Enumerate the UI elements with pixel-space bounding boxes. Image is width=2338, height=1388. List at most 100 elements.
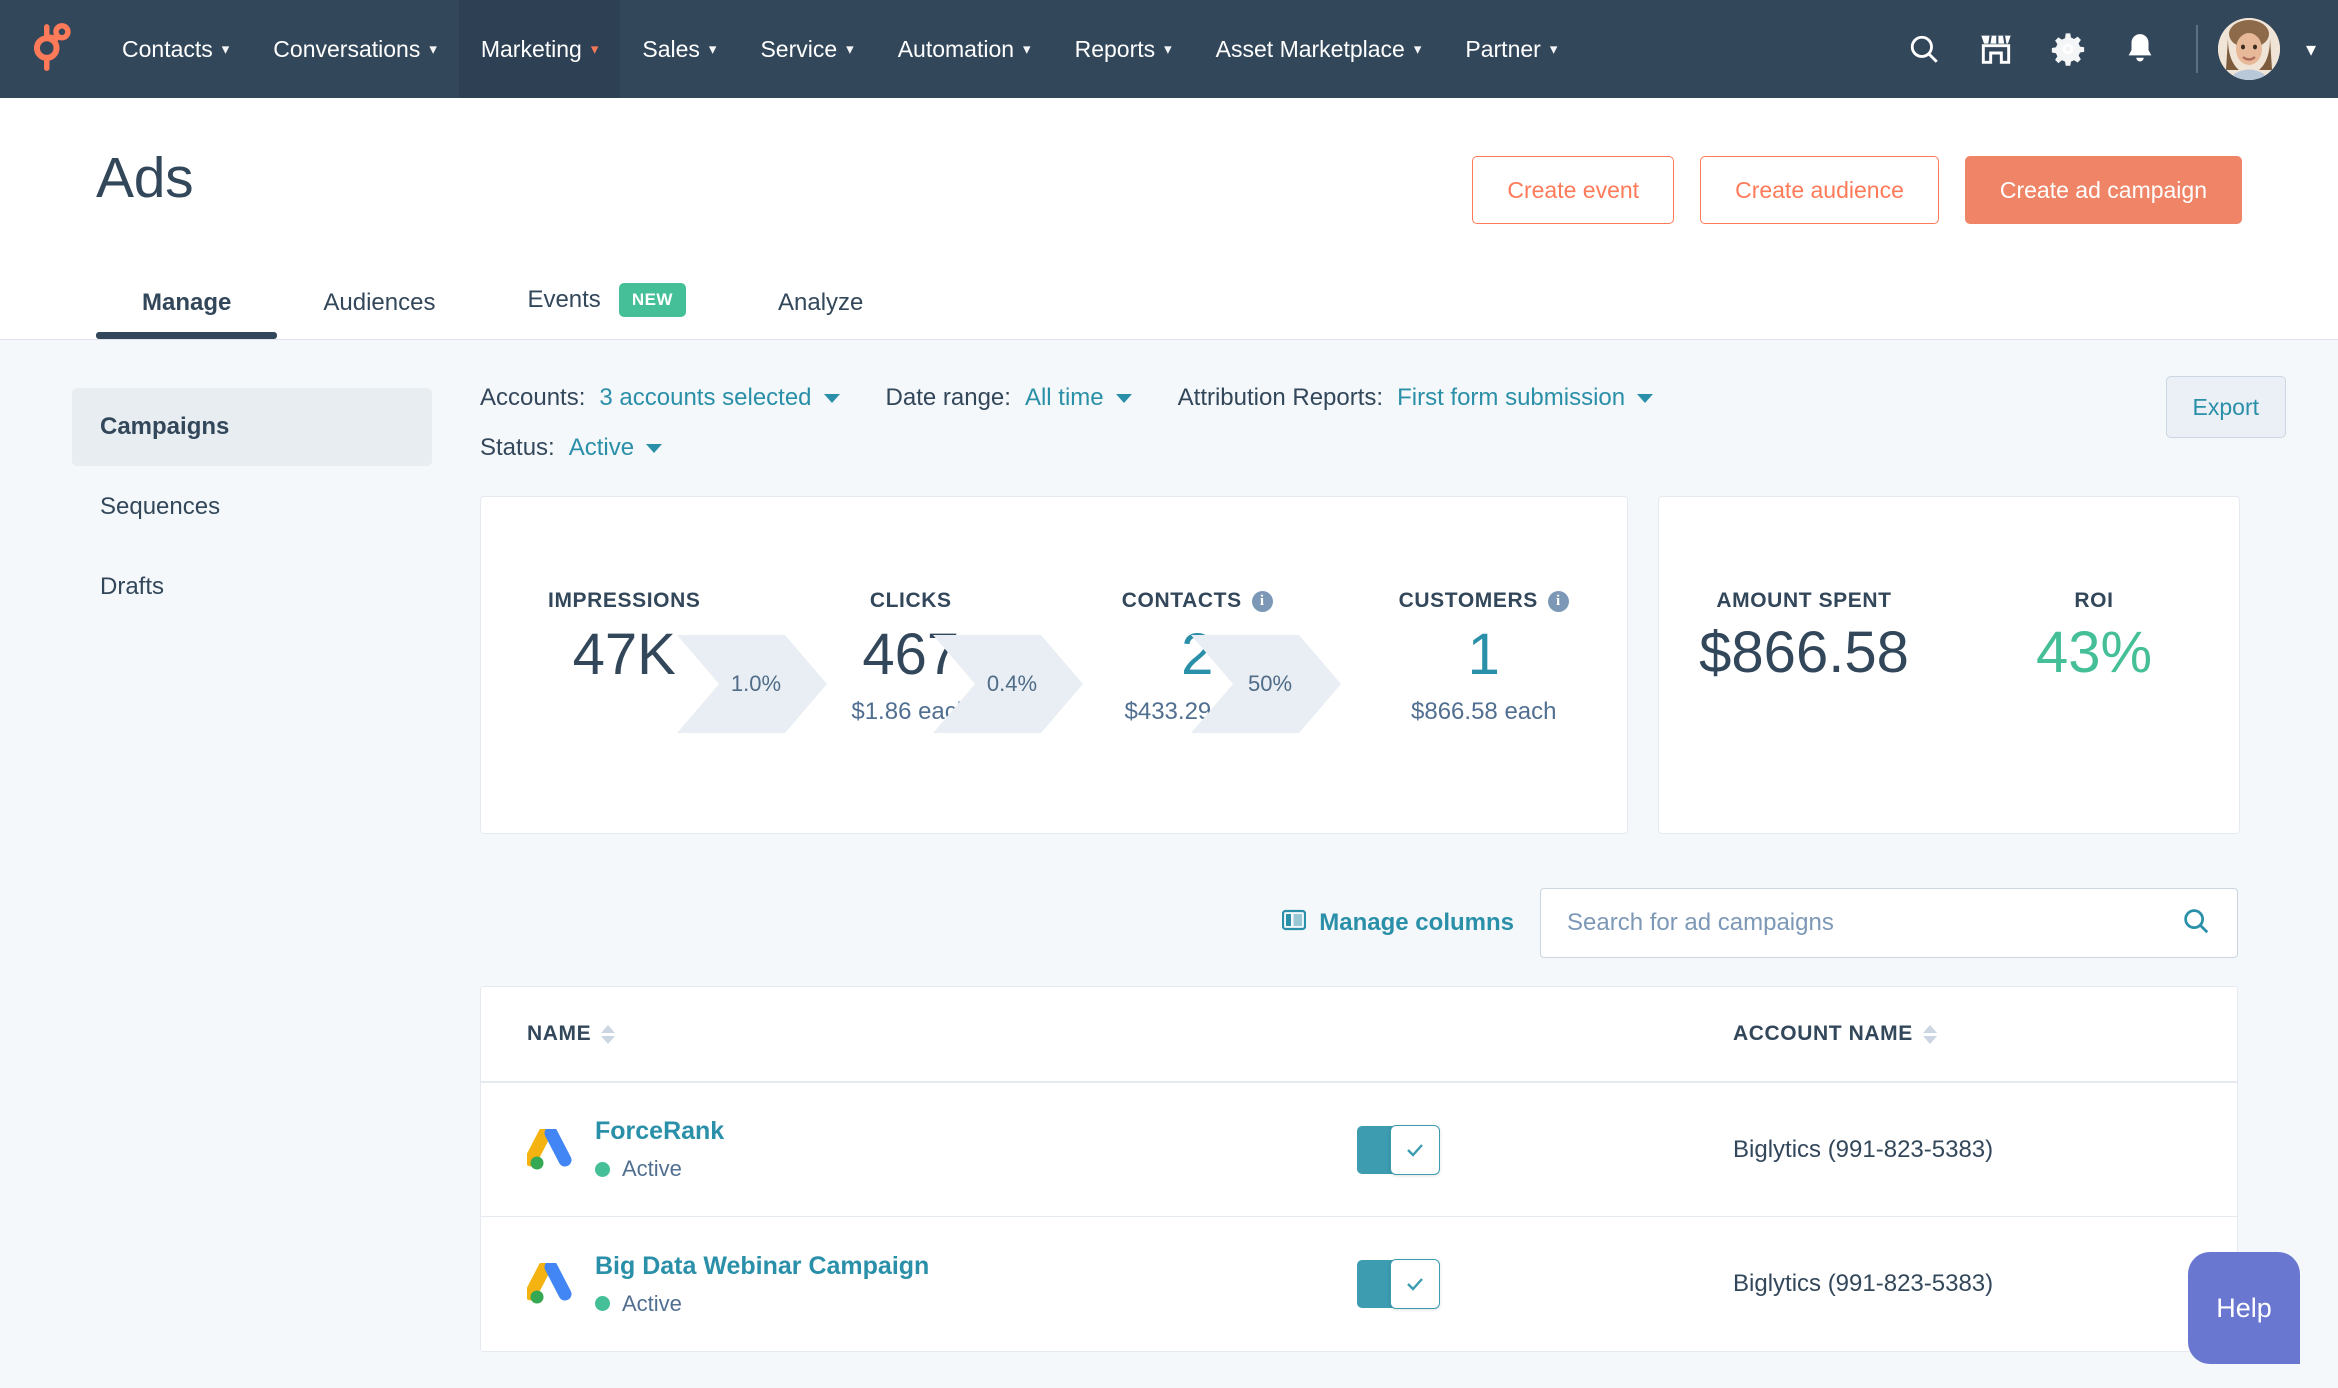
amount-spent-value: $866.58 xyxy=(1699,620,1909,685)
table-header-row: NAME ACCOUNT NAME xyxy=(481,987,2237,1083)
campaign-enabled-toggle[interactable] xyxy=(1357,1124,1440,1175)
status-dot-icon xyxy=(595,1296,610,1311)
funnel-cost: $866.58 each xyxy=(1411,697,1557,725)
main-content: Accounts: 3 accounts selected Date range… xyxy=(480,340,2338,1388)
search-icon[interactable] xyxy=(2181,906,2211,941)
nav-item-contacts[interactable]: Contacts ▾ xyxy=(100,0,251,98)
sidebar-item-label: Campaigns xyxy=(100,413,230,440)
chevron-down-icon[interactable]: ▾ xyxy=(2306,37,2316,62)
chevron-down-icon: ▾ xyxy=(846,40,854,58)
hubspot-logo-link[interactable] xyxy=(0,0,100,98)
date-range-filter-dropdown[interactable]: All time xyxy=(1025,384,1132,412)
tab-manage[interactable]: Manage xyxy=(96,289,278,339)
amount-spent-metric: AMOUNT SPENT $866.58 xyxy=(1659,589,1949,686)
chevron-down-icon xyxy=(1637,393,1654,403)
tab-events[interactable]: Events NEW xyxy=(481,283,732,339)
sidebar-item-drafts[interactable]: Drafts xyxy=(72,548,432,626)
info-icon[interactable]: i xyxy=(1547,590,1569,612)
google-ads-icon xyxy=(524,1126,573,1171)
status-filter-dropdown[interactable]: Active xyxy=(568,434,663,462)
status-label: Active xyxy=(622,1156,682,1181)
nav-label: Sales xyxy=(642,35,700,62)
tab-label: Events xyxy=(527,286,601,313)
nav-label: Service xyxy=(760,35,838,62)
table-row[interactable]: ForceRank Active Biglytics (991-823-5383… xyxy=(481,1083,2237,1217)
nav-label: Automation xyxy=(897,35,1015,62)
campaign-status: Active xyxy=(595,1156,724,1182)
column-header-account-name[interactable]: ACCOUNT NAME xyxy=(1733,1022,1937,1046)
campaign-name-link[interactable]: Big Data Webinar Campaign xyxy=(595,1252,929,1281)
tab-audiences[interactable]: Audiences xyxy=(277,289,481,339)
campaign-toggle-cell xyxy=(1357,1124,1733,1175)
accounts-filter-dropdown[interactable]: 3 accounts selected xyxy=(599,384,840,412)
header-actions: Create event Create audience Create ad c… xyxy=(1472,150,2242,224)
attribution-filter-label: Attribution Reports: xyxy=(1177,384,1384,411)
campaigns-table: NAME ACCOUNT NAME ForceRank Active Bigly… xyxy=(480,986,2238,1352)
campaign-name-link[interactable]: ForceRank xyxy=(595,1117,724,1146)
chevron-down-icon xyxy=(823,393,840,403)
create-audience-button[interactable]: Create audience xyxy=(1700,156,1939,224)
tab-label: Audiences xyxy=(323,289,436,316)
chevron-down-icon xyxy=(646,443,663,453)
chevron-down-icon xyxy=(1115,393,1132,403)
search-icon[interactable] xyxy=(1888,0,1960,98)
column-label: ACCOUNT NAME xyxy=(1733,1022,1913,1045)
funnel-stage-customers: 1 $866.58 each xyxy=(1341,619,1628,726)
status-filter-value: Active xyxy=(568,434,635,461)
create-event-button[interactable]: Create event xyxy=(1472,156,1675,224)
sort-toggle-icon[interactable] xyxy=(601,1024,616,1044)
nav-item-partner[interactable]: Partner ▾ xyxy=(1443,0,1579,98)
column-header-name[interactable]: NAME xyxy=(527,1022,1357,1046)
campaign-enabled-toggle[interactable] xyxy=(1357,1259,1440,1309)
export-button[interactable]: Export xyxy=(2165,376,2286,438)
tab-label: Manage xyxy=(142,289,232,316)
stat-cards: IMPRESSIONS CLICKS CONTACTS i CUSTOMERS … xyxy=(480,496,2290,834)
table-row[interactable]: Big Data Webinar Campaign Active Biglyti… xyxy=(481,1217,2237,1351)
chevron-down-icon: ▾ xyxy=(1549,40,1558,58)
nav-item-conversations[interactable]: Conversations ▾ xyxy=(251,0,459,98)
chevron-down-icon: ▾ xyxy=(429,40,437,58)
status-label: Active xyxy=(622,1290,682,1316)
bell-icon[interactable] xyxy=(2104,0,2176,98)
status-filter-label: Status: xyxy=(480,434,555,461)
help-button[interactable]: Help xyxy=(2188,1252,2300,1364)
tab-label: Analyze xyxy=(777,289,864,316)
new-badge: NEW xyxy=(618,283,686,317)
nav-item-automation[interactable]: Automation ▾ xyxy=(876,0,1053,98)
create-ad-campaign-button[interactable]: Create ad campaign xyxy=(1964,156,2242,224)
page-header: Ads Create event Create audience Create … xyxy=(0,98,2338,340)
sidebar-item-sequences[interactable]: Sequences xyxy=(72,468,432,546)
spend-roi-card: AMOUNT SPENT $866.58 ROI 43% xyxy=(1658,496,2240,834)
nav-item-service[interactable]: Service ▾ xyxy=(738,0,875,98)
chevron-down-icon: ▾ xyxy=(221,40,230,58)
nav-item-marketing[interactable]: Marketing ▾ xyxy=(458,0,621,98)
marketplace-icon[interactable] xyxy=(1960,0,2032,98)
attribution-filter-dropdown[interactable]: First form submission xyxy=(1397,384,1654,412)
accounts-filter-label: Accounts: xyxy=(480,384,586,411)
funnel-label-contacts: CONTACTS i xyxy=(1054,589,1341,613)
manage-columns-button[interactable]: Manage columns xyxy=(1282,909,1514,938)
sort-toggle-icon[interactable] xyxy=(1922,1024,1937,1044)
nav-item-asset-marketplace[interactable]: Asset Marketplace ▾ xyxy=(1194,0,1444,98)
campaign-name-cell: ForceRank Active xyxy=(524,1117,1357,1182)
table-controls: Manage columns xyxy=(480,888,2290,958)
nav-item-reports[interactable]: Reports ▾ xyxy=(1053,0,1194,98)
status-dot-icon xyxy=(595,1161,610,1177)
gear-icon[interactable] xyxy=(2032,0,2104,98)
attribution-filter-value: First form submission xyxy=(1397,384,1626,411)
funnel-stage-labels: IMPRESSIONS CLICKS CONTACTS i CUSTOMERS … xyxy=(481,589,1627,613)
google-ads-icon xyxy=(524,1260,573,1305)
funnel-value: 1 xyxy=(1467,622,1500,687)
search-input[interactable] xyxy=(1567,909,2181,937)
amount-spent-label: AMOUNT SPENT xyxy=(1716,589,1892,612)
campaign-name-cell: Big Data Webinar Campaign Active xyxy=(524,1252,1357,1317)
sidebar-item-campaigns[interactable]: Campaigns xyxy=(72,388,432,466)
info-icon[interactable]: i xyxy=(1251,590,1273,612)
avatar[interactable] xyxy=(2217,18,2280,80)
nav-item-sales[interactable]: Sales ▾ xyxy=(620,0,738,98)
manage-columns-label: Manage columns xyxy=(1319,909,1514,936)
funnel-label-clicks: CLICKS xyxy=(869,589,952,612)
tab-analyze[interactable]: Analyze xyxy=(732,289,909,339)
search-campaigns-box[interactable] xyxy=(1540,888,2238,958)
chevron-down-icon: ▾ xyxy=(1164,40,1172,58)
